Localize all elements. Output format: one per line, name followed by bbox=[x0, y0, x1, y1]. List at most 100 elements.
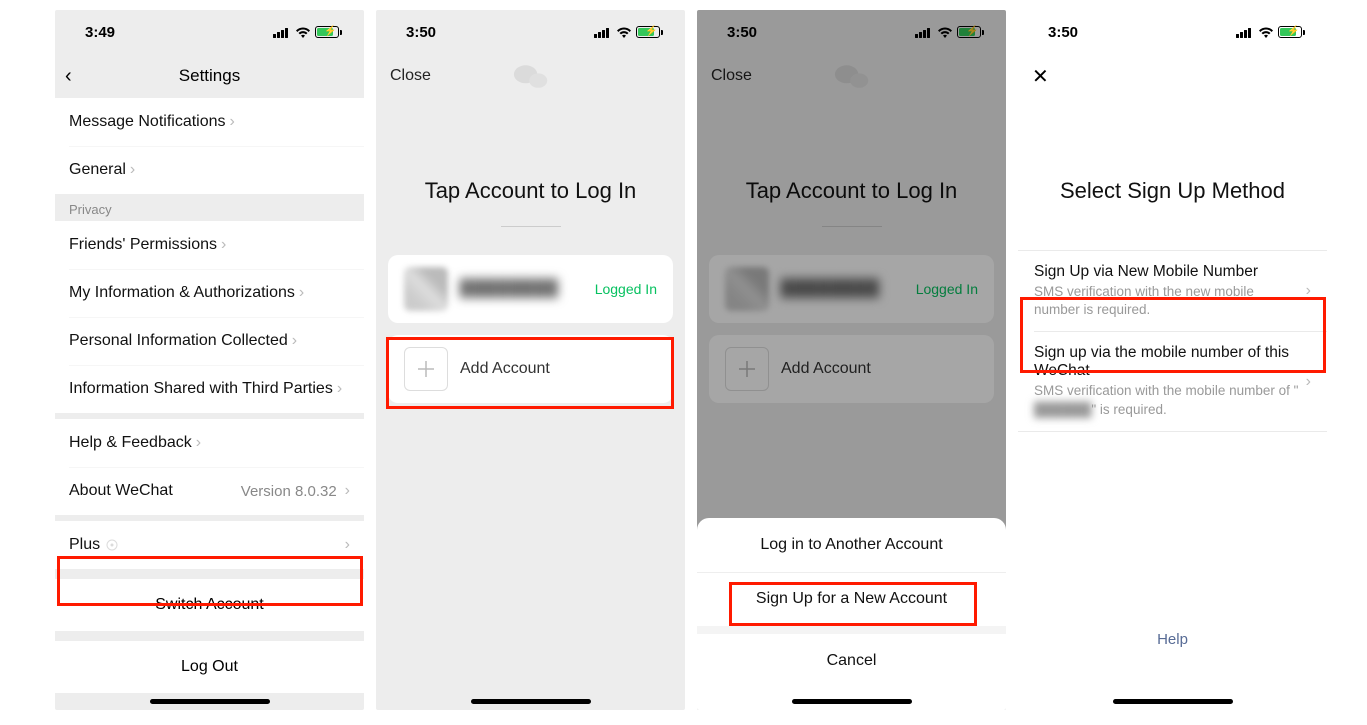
cell-label: Information Shared with Third Parties bbox=[69, 380, 333, 398]
back-button[interactable]: ‹ bbox=[65, 65, 72, 88]
option-subtitle: SMS verification with the new mobile num… bbox=[1034, 283, 1302, 319]
option-title: Sign up via the mobile number of this We… bbox=[1034, 344, 1302, 380]
cell-label: My Information & Authorizations bbox=[69, 284, 295, 302]
help-label: Help bbox=[1157, 631, 1188, 648]
home-indicator bbox=[792, 699, 912, 704]
chevron-right-icon: › bbox=[230, 113, 235, 131]
nav-title: Settings bbox=[55, 66, 364, 86]
cell-friends-permissions[interactable]: Friends' Permissions› bbox=[55, 221, 364, 269]
home-indicator bbox=[1113, 699, 1233, 704]
settings-list: Message Notifications› General› Privacy … bbox=[55, 98, 364, 710]
wifi-icon bbox=[616, 26, 632, 38]
account-row-current[interactable]: ████████ Logged In bbox=[388, 255, 673, 323]
status-bar: 3:50 ⚡ bbox=[1018, 10, 1327, 54]
chevron-right-icon: › bbox=[130, 161, 135, 179]
cell-label: Message Notifications bbox=[69, 113, 226, 131]
wifi-icon bbox=[295, 26, 311, 38]
chevron-right-icon: › bbox=[345, 536, 350, 554]
sheet-label: Sign Up for a New Account bbox=[756, 590, 947, 608]
cell-label: Help & Feedback bbox=[69, 434, 192, 452]
avatar bbox=[404, 267, 448, 311]
divider bbox=[501, 226, 561, 227]
wechat-logo-icon bbox=[513, 62, 549, 97]
screen-1-settings: 3:49 ⚡ ‹ Settings Message Notifications›… bbox=[55, 10, 364, 710]
option-subtitle-part: " is required. bbox=[1091, 402, 1166, 417]
page-title: Select Sign Up Method bbox=[1018, 178, 1327, 204]
cell-my-info-auth[interactable]: My Information & Authorizations› bbox=[55, 269, 364, 317]
action-sheet: Log in to Another Account Sign Up for a … bbox=[697, 518, 1006, 710]
nav-bar: ✕ bbox=[1018, 54, 1327, 98]
cell-about-wechat[interactable]: About WeChat Version 8.0.32› bbox=[55, 467, 364, 515]
cell-message-notifications[interactable]: Message Notifications› bbox=[55, 98, 364, 146]
status-time: 3:50 bbox=[1048, 24, 1078, 41]
signal-icon bbox=[1236, 26, 1254, 38]
status-time: 3:50 bbox=[406, 24, 436, 41]
cell-value: Version 8.0.32 bbox=[241, 483, 341, 500]
cell-plus[interactable]: Plus › bbox=[55, 521, 364, 569]
signup-options: Sign Up via New Mobile Number SMS verifi… bbox=[1018, 250, 1327, 432]
cell-personal-info-collected[interactable]: Personal Information Collected› bbox=[55, 317, 364, 365]
cell-label: About WeChat bbox=[69, 482, 173, 500]
status-bar: 3:50 ⚡ bbox=[376, 10, 685, 54]
chevron-right-icon: › bbox=[1306, 282, 1311, 300]
cell-label: Switch Account bbox=[155, 596, 264, 614]
account-name-masked: ████████ bbox=[460, 280, 595, 298]
screen-4-signup-method: 3:50 ⚡ ✕ Select Sign Up Method Sign Up v… bbox=[1018, 10, 1327, 710]
cell-general[interactable]: General› bbox=[55, 146, 364, 194]
cell-label: Plus bbox=[69, 536, 100, 554]
help-link[interactable]: Help bbox=[1018, 631, 1327, 648]
sheet-signup-new[interactable]: Sign Up for a New Account bbox=[697, 572, 1006, 626]
option-title: Sign Up via New Mobile Number bbox=[1034, 263, 1302, 281]
plus-icon bbox=[404, 347, 448, 391]
cell-switch-account[interactable]: Switch Account bbox=[55, 579, 364, 631]
home-indicator bbox=[150, 699, 270, 704]
option-new-mobile[interactable]: Sign Up via New Mobile Number SMS verifi… bbox=[1018, 251, 1327, 331]
status-time: 3:49 bbox=[85, 24, 115, 41]
chevron-right-icon: › bbox=[292, 332, 297, 350]
option-subtitle-part: SMS verification with the mobile number … bbox=[1034, 383, 1298, 398]
chevron-right-icon: › bbox=[196, 434, 201, 452]
option-subtitle: SMS verification with the mobile number … bbox=[1034, 382, 1302, 418]
signal-icon bbox=[273, 26, 291, 38]
cell-help-feedback[interactable]: Help & Feedback› bbox=[55, 419, 364, 467]
add-account-label: Add Account bbox=[460, 360, 550, 378]
chevron-right-icon: › bbox=[299, 284, 304, 302]
sheet-login-another[interactable]: Log in to Another Account bbox=[697, 518, 1006, 572]
close-icon[interactable]: ✕ bbox=[1032, 64, 1049, 89]
add-account-row[interactable]: Add Account bbox=[388, 335, 673, 403]
chevron-right-icon: › bbox=[221, 236, 226, 254]
sheet-label: Cancel bbox=[827, 652, 877, 670]
signal-icon bbox=[594, 26, 612, 38]
battery-icon: ⚡ bbox=[1278, 26, 1305, 38]
add-account-card: Add Account bbox=[388, 335, 673, 403]
wifi-icon bbox=[1258, 26, 1274, 38]
cell-log-out[interactable]: Log Out bbox=[55, 641, 364, 693]
masked-number: ██████ bbox=[1034, 401, 1091, 419]
screen-2-switch-account: 3:50 ⚡ Close Tap Account to Log In █████… bbox=[376, 10, 685, 710]
account-card: ████████ Logged In bbox=[388, 255, 673, 323]
battery-icon: ⚡ bbox=[315, 26, 342, 38]
tag-icon bbox=[106, 539, 118, 551]
chevron-right-icon: › bbox=[345, 482, 350, 500]
chevron-right-icon: › bbox=[337, 380, 342, 398]
status-bar: 3:49 ⚡ bbox=[55, 10, 364, 54]
cell-label: Personal Information Collected bbox=[69, 332, 288, 350]
chevron-right-icon: › bbox=[1306, 373, 1311, 391]
logged-in-label: Logged In bbox=[595, 281, 657, 297]
sheet-cancel[interactable]: Cancel bbox=[697, 634, 1006, 688]
section-header-privacy: Privacy bbox=[55, 194, 364, 221]
nav-bar: ‹ Settings bbox=[55, 54, 364, 98]
option-this-wechat-mobile[interactable]: Sign up via the mobile number of this We… bbox=[1018, 332, 1327, 430]
cell-label: General bbox=[69, 161, 126, 179]
status-icons: ⚡ bbox=[1236, 26, 1305, 38]
cell-info-shared-third-parties[interactable]: Information Shared with Third Parties› bbox=[55, 365, 364, 413]
battery-icon: ⚡ bbox=[636, 26, 663, 38]
sheet-label: Log in to Another Account bbox=[760, 536, 942, 554]
status-icons: ⚡ bbox=[273, 26, 342, 38]
nav-bar: Close bbox=[376, 54, 685, 98]
status-icons: ⚡ bbox=[594, 26, 663, 38]
close-button[interactable]: Close bbox=[390, 67, 431, 85]
screen-3-action-sheet: 3:50 ⚡ Close Tap Account to Log In █████… bbox=[697, 10, 1006, 710]
home-indicator bbox=[471, 699, 591, 704]
page-title: Tap Account to Log In bbox=[376, 178, 685, 204]
